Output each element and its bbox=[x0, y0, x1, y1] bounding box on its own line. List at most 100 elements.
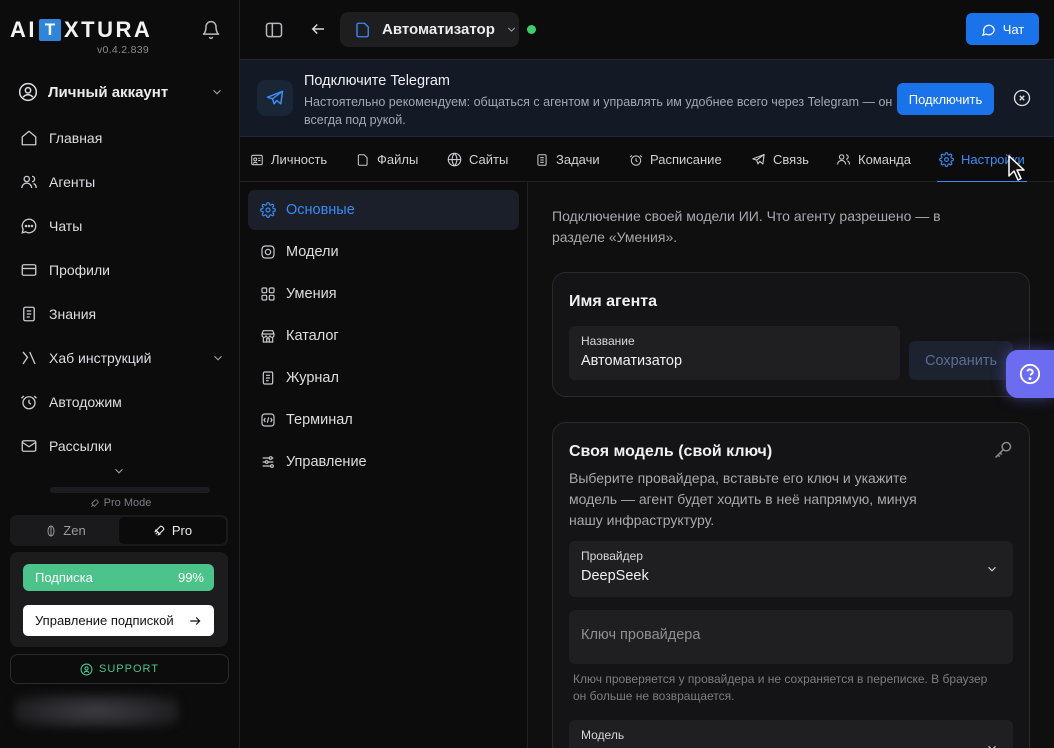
settings-nav-models[interactable]: Модели bbox=[248, 232, 519, 272]
agent-tabs: Личность Файлы Сайты Задачи Расписание С… bbox=[240, 137, 1054, 183]
logo-text-left: AI bbox=[10, 17, 37, 42]
mode-pro-button[interactable]: Pro bbox=[119, 517, 226, 544]
chat-bubble-icon bbox=[981, 22, 996, 37]
send-icon bbox=[751, 152, 766, 167]
sidebar-item-autofollowup[interactable]: Автодожим bbox=[20, 390, 225, 414]
mouse-cursor-icon bbox=[1007, 154, 1027, 182]
scroll-more-chevron-icon[interactable] bbox=[112, 464, 126, 478]
chevron-down-icon bbox=[210, 85, 224, 99]
pro-mode-caption: Pro Mode bbox=[0, 497, 240, 509]
manage-subscription-button[interactable]: Управление подпиской bbox=[23, 605, 214, 636]
mail-icon bbox=[20, 437, 38, 455]
card-title: Своя модель (свой ключ) bbox=[569, 443, 773, 460]
sidebar-item-label: Агенты bbox=[49, 174, 96, 190]
provider-key-input[interactable]: Ключ провайдера bbox=[569, 610, 1013, 664]
card-title: Имя агента bbox=[569, 293, 657, 310]
tab-communication[interactable]: Связь bbox=[751, 137, 809, 182]
sidebar-item-agents[interactable]: Агенты bbox=[20, 170, 225, 194]
arrow-right-icon bbox=[188, 614, 202, 628]
agent-name-field[interactable]: Название Автоматизатор bbox=[569, 326, 900, 380]
back-arrow-icon[interactable] bbox=[309, 20, 327, 38]
tab-tasks[interactable]: Задачи bbox=[535, 137, 600, 182]
sidebar-item-label: Знания bbox=[49, 306, 97, 322]
globe-icon bbox=[447, 152, 462, 167]
chevron-down-icon bbox=[985, 562, 999, 576]
subscription-card: Подписка 99% Управление подпиской bbox=[10, 552, 228, 647]
sidebar-item-label: Хаб инструкций bbox=[49, 350, 152, 366]
sidebar: AI T XTURA v0.4.2.839 Личный аккаунт Главн… bbox=[0, 0, 240, 748]
logo[interactable]: AI T XTURA bbox=[10, 17, 152, 43]
file-icon bbox=[356, 153, 370, 167]
sidebar-item-mailings[interactable]: Рассылки bbox=[20, 434, 225, 458]
settings-nav-terminal[interactable]: Терминал bbox=[248, 400, 519, 440]
tab-personality[interactable]: Личность bbox=[250, 137, 327, 182]
chevron-down-icon bbox=[985, 741, 999, 748]
telegram-banner: Подключите Telegram Настоятельно рекомен… bbox=[240, 59, 1054, 137]
sliders-icon bbox=[260, 454, 276, 470]
sidebar-item-home[interactable]: Главная bbox=[20, 126, 225, 150]
grid-icon bbox=[260, 286, 276, 302]
settings-nav-skills[interactable]: Умения bbox=[248, 274, 519, 314]
users-icon bbox=[20, 173, 38, 191]
hub-icon bbox=[20, 349, 38, 367]
log-icon bbox=[260, 370, 276, 386]
user-profile-blurred[interactable] bbox=[14, 694, 179, 728]
settings-nav-basic[interactable]: Основные bbox=[248, 190, 519, 230]
clock-icon bbox=[629, 153, 643, 167]
chat-button[interactable]: Чат bbox=[966, 13, 1039, 45]
account-label: Личный аккаунт bbox=[48, 83, 169, 101]
settings-nav-log[interactable]: Журнал bbox=[248, 358, 519, 398]
hidden-sidebar-item bbox=[50, 487, 210, 493]
settings-nav-catalog[interactable]: Каталог bbox=[248, 316, 519, 356]
support-button[interactable]: SUPPORT bbox=[10, 654, 229, 684]
logo-t-box: T bbox=[39, 19, 61, 41]
settings-intro: Подключение своей модели ИИ. Что агенту … bbox=[552, 208, 941, 245]
help-button[interactable] bbox=[1006, 350, 1054, 398]
chevron-down-icon bbox=[505, 23, 518, 36]
subscription-percent: 99% bbox=[177, 570, 204, 585]
model-icon bbox=[260, 244, 276, 260]
rocket-icon bbox=[89, 498, 100, 509]
agent-name-value: Автоматизатор bbox=[581, 353, 683, 369]
save-button[interactable]: Сохранить bbox=[909, 341, 1013, 380]
settings-nav-management[interactable]: Управление bbox=[248, 442, 519, 482]
mode-zen-button[interactable]: Zen bbox=[12, 517, 119, 544]
bell-icon[interactable] bbox=[201, 20, 221, 40]
agent-selector[interactable]: Автоматизатор bbox=[340, 12, 519, 47]
sidebar-item-chats[interactable]: Чаты bbox=[20, 214, 225, 238]
account-switcher[interactable]: Личный аккаунт bbox=[18, 80, 224, 104]
app-version: v0.4.2.839 bbox=[97, 44, 150, 56]
tab-team[interactable]: Команда bbox=[836, 137, 911, 182]
model-select[interactable]: Модель bbox=[569, 720, 1013, 748]
agent-file-icon bbox=[354, 21, 372, 39]
store-icon bbox=[260, 328, 276, 344]
tab-files[interactable]: Файлы bbox=[356, 137, 418, 182]
logo-text-right: XTURA bbox=[64, 17, 153, 42]
sidebar-item-instructions-hub[interactable]: Хаб инструкций bbox=[20, 346, 225, 370]
sidebar-item-label: Главная bbox=[49, 130, 103, 146]
agent-name-card: Имя агента Название Автоматизатор Сохран… bbox=[552, 272, 1030, 397]
tasks-icon bbox=[535, 153, 549, 167]
sidebar-toggle-icon[interactable] bbox=[264, 20, 284, 40]
home-icon bbox=[20, 129, 38, 147]
agent-online-indicator bbox=[527, 25, 536, 34]
question-icon bbox=[1019, 363, 1041, 385]
card-icon bbox=[20, 261, 38, 279]
chat-icon bbox=[20, 217, 38, 235]
sidebar-item-label: Рассылки bbox=[49, 438, 112, 454]
team-icon bbox=[836, 152, 851, 167]
chevron-down-icon bbox=[211, 351, 225, 365]
sidebar-item-knowledge[interactable]: Знания bbox=[20, 302, 225, 326]
sidebar-item-profiles[interactable]: Профили bbox=[20, 258, 225, 282]
tab-schedule[interactable]: Расписание bbox=[629, 137, 722, 182]
key-hint: Ключ проверяется у провайдера и не сохра… bbox=[573, 672, 988, 703]
persona-icon bbox=[250, 153, 264, 167]
banner-text: Настоятельно рекомендуем: общаться с аге… bbox=[304, 95, 893, 127]
provider-select[interactable]: Провайдер DeepSeek bbox=[569, 541, 1013, 597]
tab-sites[interactable]: Сайты bbox=[447, 137, 508, 182]
connect-telegram-button[interactable]: Подключить bbox=[897, 83, 994, 115]
telegram-icon bbox=[257, 80, 293, 116]
close-icon[interactable] bbox=[1013, 89, 1031, 107]
agent-name: Автоматизатор bbox=[382, 21, 495, 38]
terminal-icon bbox=[260, 412, 276, 428]
